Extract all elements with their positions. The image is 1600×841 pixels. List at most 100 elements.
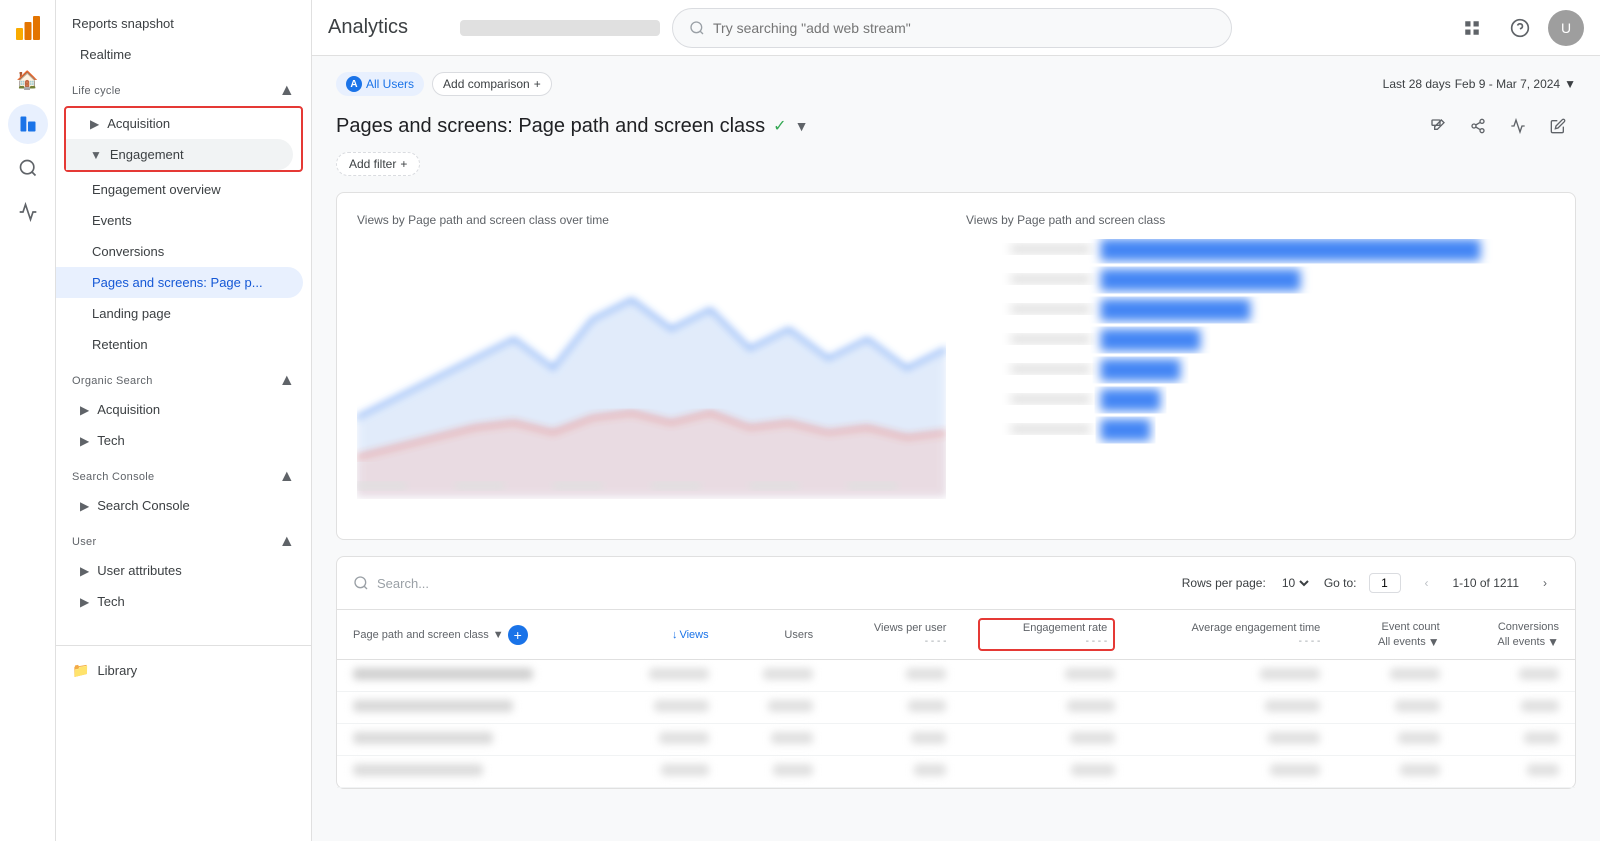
chart-right-title: Views by Page path and screen class [966, 213, 1555, 227]
add-comparison-plus-icon: + [534, 77, 541, 91]
advertising-icon[interactable] [8, 192, 48, 232]
edit-report-icon-btn[interactable] [1420, 108, 1456, 144]
sidebar-item-organic-tech[interactable]: ▶ Tech [56, 425, 303, 456]
table-search-input[interactable] [377, 576, 1174, 591]
analytics-logo [8, 8, 48, 48]
col-engagement-rate-label: Engagement rate [1023, 622, 1107, 634]
rows-per-page-label: Rows per page: [1182, 576, 1266, 590]
col-views[interactable]: ↓ Views [607, 610, 724, 660]
col-users[interactable]: Users [725, 610, 830, 660]
sidebar-item-engagement[interactable]: ▼ Engagement [66, 139, 293, 170]
help-icon-btn[interactable] [1500, 8, 1540, 48]
col-views-per-user-label: Views per user [874, 622, 947, 634]
col-add-button[interactable]: + [508, 625, 528, 645]
title-actions [1420, 108, 1576, 144]
page-area: A All Users Add comparison + Last 28 day… [312, 56, 1600, 841]
reports-icon[interactable] [8, 104, 48, 144]
top-bar: Analytics U [312, 0, 1600, 56]
account-name [460, 20, 660, 36]
goto-label: Go to: [1324, 576, 1357, 590]
insights-icon-btn[interactable] [1500, 108, 1536, 144]
title-dropdown-icon[interactable]: ▼ [795, 118, 809, 134]
search-bar[interactable] [672, 8, 1232, 48]
lifecycle-section-header[interactable]: Life cycle ▲ [56, 70, 311, 104]
comparison-left: A All Users Add comparison + [336, 72, 552, 96]
sidebar-item-library[interactable]: 📁 Library [56, 654, 311, 687]
chart-right: Views by Page path and screen class [966, 213, 1555, 519]
sidebar-item-user-tech[interactable]: ▶ Tech [56, 586, 303, 617]
home-icon[interactable]: 🏠 [8, 60, 48, 100]
chart-left-area [357, 239, 946, 519]
grid-icon-btn[interactable] [1452, 8, 1492, 48]
col-views-per-user[interactable]: Views per user - - - - [829, 610, 962, 660]
search-console-section-label: Search Console [72, 471, 154, 483]
col-engagement-rate-sub: - - - - [1086, 636, 1108, 647]
line-chart-svg [357, 239, 946, 499]
next-page-button[interactable]: › [1531, 569, 1559, 597]
sidebar-item-events[interactable]: Events [56, 205, 303, 236]
goto-page-input[interactable] [1369, 573, 1401, 593]
search-console-section-header[interactable]: Search Console ▲ [56, 456, 311, 490]
sidebar-item-user-attributes[interactable]: ▶ User attributes [56, 555, 303, 586]
share-icon [1470, 118, 1486, 134]
organic-search-section-header[interactable]: Organic Search ▲ [56, 360, 311, 394]
all-users-chip[interactable]: A All Users [336, 72, 424, 96]
table-row [337, 724, 1575, 756]
col-event-count-sub: All events [1378, 636, 1426, 648]
col-event-count-label: Event count [1382, 621, 1440, 633]
share-icon-btn[interactable] [1460, 108, 1496, 144]
user-section-header[interactable]: User ▲ [56, 521, 311, 555]
realtime-label: Realtime [80, 47, 131, 62]
sidebar-item-organic-acquisition[interactable]: ▶ Acquisition [56, 394, 303, 425]
add-filter-label: Add filter [349, 157, 396, 171]
rows-per-page-select[interactable]: 10 25 50 [1278, 575, 1312, 591]
date-range[interactable]: Last 28 days Feb 9 - Mar 7, 2024 ▼ [1383, 77, 1576, 91]
filter-bar: Add filter + [336, 152, 1576, 176]
col-event-count[interactable]: Event count All events ▼ [1336, 610, 1455, 660]
library-icon: 📁 [72, 662, 89, 679]
table-header-row: Page path and screen class ▼ + ↓ Views [337, 610, 1575, 660]
table-search-row: Rows per page: 10 25 50 Go to: ‹ 1-10 of… [337, 557, 1575, 610]
col-avg-engagement-time[interactable]: Average engagement time - - - - [1131, 610, 1336, 660]
apps-icon [1463, 19, 1481, 37]
conversions-dropdown-arrow[interactable]: ▼ [1547, 635, 1559, 649]
sidebar-divider [56, 645, 311, 646]
reports-snapshot-link[interactable]: Reports snapshot [56, 0, 311, 39]
data-table: Page path and screen class ▼ + ↓ Views [337, 610, 1575, 788]
pagination-info: 1-10 of 1211 [1453, 576, 1520, 590]
lifecycle-chevron: ▲ [279, 82, 295, 100]
add-comparison-button[interactable]: Add comparison + [432, 72, 552, 96]
comparison-bar: A All Users Add comparison + Last 28 day… [336, 72, 1576, 96]
col-page-path-label: Page path and screen class [353, 629, 489, 641]
customize-icon-btn[interactable] [1540, 108, 1576, 144]
user-avatar[interactable]: U [1548, 10, 1584, 46]
sidebar-item-pages-screens[interactable]: Pages and screens: Page p... [56, 267, 303, 298]
sidebar-item-realtime[interactable]: Realtime [56, 39, 303, 70]
col-page-path-dropdown[interactable]: ▼ [493, 629, 504, 641]
prev-page-button[interactable]: ‹ [1413, 569, 1441, 597]
event-count-dropdown-arrow[interactable]: ▼ [1428, 635, 1440, 649]
col-engagement-rate[interactable]: Engagement rate - - - - [962, 610, 1131, 660]
user-attributes-arrow: ▶ [80, 564, 89, 578]
col-page-path[interactable]: Page path and screen class ▼ + [337, 610, 607, 660]
sidebar-item-landing-page[interactable]: Landing page [56, 298, 303, 329]
col-views-sort-icon: ↓ [672, 629, 678, 641]
add-filter-button[interactable]: Add filter + [336, 152, 420, 176]
search-input[interactable] [713, 20, 1215, 36]
explore-icon[interactable] [8, 148, 48, 188]
col-users-label: Users [784, 629, 813, 641]
col-views-label: Views [679, 629, 708, 641]
sidebar-item-conversions[interactable]: Conversions [56, 236, 303, 267]
sidebar-item-engagement-overview[interactable]: Engagement overview [56, 174, 303, 205]
bar-chart-svg [966, 239, 1555, 499]
top-bar-actions: U [1452, 8, 1584, 48]
status-check-icon: ✓ [773, 116, 786, 136]
icon-rail: 🏠 [0, 0, 56, 841]
col-conversions[interactable]: Conversions All events ▼ [1456, 610, 1575, 660]
sidebar-item-retention[interactable]: Retention [56, 329, 303, 360]
add-filter-plus-icon: + [400, 157, 407, 171]
sidebar-item-search-console[interactable]: ▶ Search Console [56, 490, 303, 521]
chart-right-area [966, 239, 1555, 519]
sidebar-item-acquisition[interactable]: ▶ Acquisition [66, 108, 293, 139]
acquisition-label: Acquisition [107, 116, 170, 131]
